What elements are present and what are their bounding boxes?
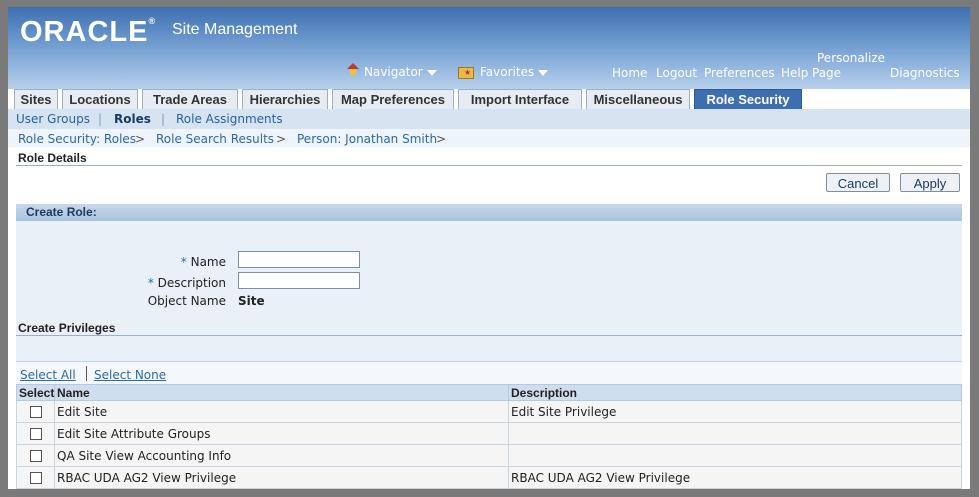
chevron-down-icon — [426, 69, 437, 76]
tab-miscellaneous[interactable]: Miscellaneous — [586, 89, 690, 109]
help-link[interactable]: Help — [781, 66, 808, 80]
column-header-name: Name — [54, 384, 509, 401]
preferences-link[interactable]: Preferences — [704, 66, 775, 80]
subtab-separator: | — [161, 112, 166, 126]
selection-divider — [86, 366, 87, 381]
subtab-user-groups[interactable]: User Groups — [16, 112, 90, 126]
select-all-link[interactable]: Select All — [20, 368, 76, 382]
navigator-home-icon — [347, 63, 359, 76]
row-checkbox[interactable] — [29, 406, 42, 418]
name-input[interactable] — [238, 251, 360, 268]
app-title: Site Management — [172, 21, 298, 38]
tab-role-security[interactable]: Role Security — [694, 89, 802, 109]
row-select-cell — [16, 444, 55, 467]
row-select-cell — [16, 400, 55, 423]
privilege-description: RBAC UDA AG2 View Privilege — [508, 466, 962, 489]
breadcrumb-role-security-roles[interactable]: Role Security: Roles — [18, 132, 136, 146]
privilege-name: RBAC UDA AG2 View Privilege — [54, 466, 509, 489]
home-link[interactable]: Home — [612, 66, 647, 80]
navigator-menu[interactable]: Navigator — [347, 63, 437, 79]
breadcrumb: Role Security: Roles > Role Search Resul… — [8, 129, 970, 147]
object-name-value: Site — [238, 294, 265, 308]
diagnostics-link[interactable]: Diagnostics — [890, 66, 960, 80]
page-title: Role Details — [18, 151, 87, 165]
subtab-separator: | — [98, 112, 103, 126]
table-row: QA Site View Accounting Info — [16, 444, 962, 467]
app-window: ORACLE® Site Management Navigator Favori… — [8, 7, 970, 489]
global-header: ORACLE® Site Management Navigator Favori… — [8, 7, 970, 89]
table-header-row: Select Name Description — [16, 384, 962, 401]
column-header-description: Description — [508, 384, 962, 401]
description-label: * Description — [147, 276, 226, 290]
privilege-name: QA Site View Accounting Info — [54, 444, 509, 467]
privilege-name: Edit Site — [54, 400, 509, 423]
privilege-description — [508, 422, 962, 445]
favorites-menu[interactable]: Favorites — [458, 65, 549, 79]
object-name-label: Object Name — [147, 294, 226, 308]
cancel-button[interactable]: Cancel — [826, 173, 890, 192]
privilege-name: Edit Site Attribute Groups — [54, 422, 509, 445]
breadcrumb-role-search-results[interactable]: Role Search Results — [156, 132, 274, 146]
table-row: Edit Site Edit Site Privilege — [16, 400, 962, 423]
table-row: Edit Site Attribute Groups — [16, 422, 962, 445]
row-checkbox[interactable] — [29, 428, 42, 440]
breadcrumb-person[interactable]: Person: Jonathan Smith — [297, 132, 437, 146]
row-select-cell — [16, 466, 55, 489]
create-role-header: Create Role: — [16, 204, 962, 221]
row-checkbox[interactable] — [29, 450, 42, 462]
selection-bar: Select All Select None — [16, 361, 962, 384]
row-select-cell — [16, 422, 55, 445]
privilege-description — [508, 444, 962, 467]
tab-locations[interactable]: Locations — [62, 89, 138, 109]
tab-map-preferences[interactable]: Map Preferences — [332, 89, 454, 109]
column-header-select: Select — [16, 384, 55, 401]
favorites-folder-icon — [458, 66, 474, 79]
divider — [16, 165, 962, 166]
tab-import-interface[interactable]: Import Interface — [458, 89, 582, 109]
tab-sites[interactable]: Sites — [14, 89, 58, 109]
name-label: * Name — [180, 255, 226, 269]
table-row: RBAC UDA AG2 View Privilege RBAC UDA AG2… — [16, 466, 962, 489]
subtab-roles[interactable]: Roles — [114, 112, 151, 126]
subtab-role-assignments[interactable]: Role Assignments — [176, 112, 283, 126]
privileges-table: Select Name Description Edit Site Edit S… — [16, 384, 962, 489]
subtab-bar: User Groups | Roles | Role Assignments — [8, 109, 970, 129]
description-input[interactable] — [238, 272, 360, 289]
row-checkbox[interactable] — [29, 472, 42, 484]
chevron-down-icon — [538, 69, 549, 76]
logout-link[interactable]: Logout — [656, 66, 697, 80]
create-privileges-header: Create Privileges — [18, 321, 116, 335]
tab-trade-areas[interactable]: Trade Areas — [142, 89, 238, 109]
personalize-page-link[interactable]: Personalize Page — [812, 51, 885, 81]
privilege-description: Edit Site Privilege — [508, 400, 962, 423]
divider — [16, 335, 962, 336]
breadcrumb-separator: > — [436, 132, 447, 146]
select-none-link[interactable]: Select None — [94, 368, 166, 382]
breadcrumb-separator: > — [135, 132, 146, 146]
oracle-logo: ORACLE® — [20, 16, 156, 48]
breadcrumb-separator: > — [276, 132, 287, 146]
tab-hierarchies[interactable]: Hierarchies — [242, 89, 328, 109]
apply-button[interactable]: Apply — [900, 173, 960, 192]
